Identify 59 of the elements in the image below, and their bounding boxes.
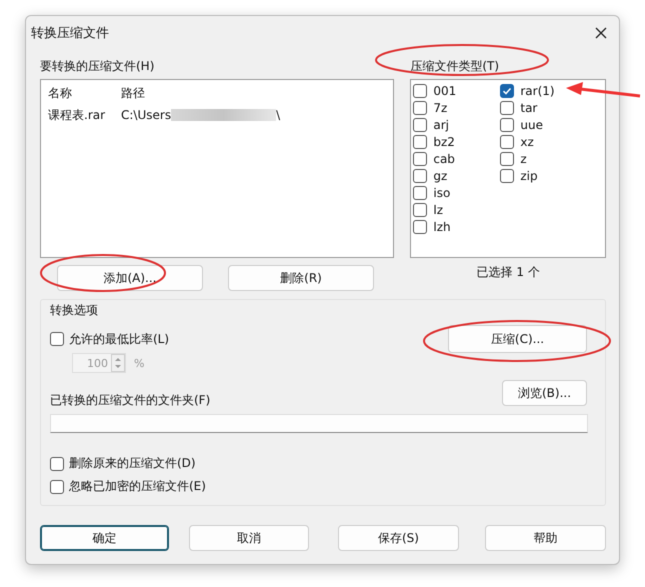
- dialog-button[interactable]: 取消: [188, 525, 309, 551]
- types-label: 压缩文件类型(T): [410, 58, 500, 74]
- percent-sign: %: [134, 356, 144, 370]
- checkbox[interactable]: [500, 134, 514, 148]
- checkbox-label: zip: [520, 168, 538, 182]
- checkbox[interactable]: [413, 202, 428, 216]
- checkbox[interactable]: [413, 84, 428, 98]
- checkbox-label: bz2: [433, 134, 455, 148]
- checkbox[interactable]: [500, 118, 514, 132]
- dialog-button[interactable]: 确定: [40, 525, 169, 551]
- browse-button[interactable]: 浏览(B)...: [502, 380, 587, 406]
- checkbox[interactable]: [413, 186, 428, 200]
- close-icon[interactable]: [595, 26, 607, 38]
- checkbox[interactable]: [413, 168, 428, 182]
- checkbox-label: uue: [520, 118, 543, 132]
- checkbox-label: 001: [433, 84, 456, 98]
- checkbox-label: arj: [433, 118, 449, 132]
- checkbox[interactable]: [413, 134, 428, 148]
- column-header[interactable]: 名称: [48, 84, 121, 102]
- checkbox-label: cab: [433, 152, 455, 166]
- checkbox-label: rar(1): [520, 84, 555, 98]
- checkbox[interactable]: [413, 220, 428, 234]
- checkbox-label: xz: [520, 134, 534, 148]
- checkbox[interactable]: [50, 480, 64, 494]
- add-button[interactable]: 添加(A)...: [57, 265, 203, 291]
- checkbox-label: 忽略已加密的压缩文件(E): [69, 478, 206, 495]
- checkbox[interactable]: [413, 100, 428, 114]
- checkbox-label: lzh: [433, 220, 451, 234]
- window-title: 转换压缩文件: [31, 24, 109, 42]
- table-cell-text: 课程表.rar: [48, 106, 106, 124]
- checkbox[interactable]: [413, 152, 428, 166]
- checkbox[interactable]: [50, 332, 64, 346]
- checkbox[interactable]: [500, 152, 514, 166]
- compress-button[interactable]: 压缩(C)...: [448, 325, 587, 353]
- checkbox[interactable]: [50, 456, 64, 470]
- folder-label: 已转换的压缩文件的文件夹(F): [50, 392, 210, 408]
- path-text: C:\Users: [121, 108, 172, 122]
- column-header[interactable]: 路径: [121, 84, 321, 102]
- dialog-button[interactable]: 帮助: [484, 525, 606, 551]
- checkbox[interactable]: [413, 118, 428, 132]
- checkmark-icon: [502, 86, 512, 96]
- checkbox-label: iso: [433, 186, 450, 200]
- checkbox-label: tar: [520, 100, 538, 114]
- checkbox-label: gz: [433, 168, 448, 182]
- checkbox-label: z: [520, 152, 527, 166]
- delete-button[interactable]: 删除(R): [228, 265, 374, 291]
- checkbox-label: lz: [433, 202, 443, 216]
- checkbox[interactable]: [500, 100, 514, 114]
- group-title: 转换选项: [50, 302, 99, 318]
- checkbox[interactable]: [500, 84, 514, 98]
- checkbox-label: 7z: [433, 100, 448, 114]
- path-text: \: [276, 108, 280, 122]
- folder-input-field[interactable]: [50, 414, 588, 433]
- archives-label: 要转换的压缩文件(H): [40, 58, 156, 74]
- checkbox-label: 删除原来的压缩文件(D): [69, 455, 196, 472]
- checkbox[interactable]: [500, 168, 514, 182]
- checkbox-label: 允许的最低比率(L): [69, 330, 170, 348]
- selection-count: 已选择 1 个: [476, 264, 541, 281]
- dialog-button[interactable]: 保存(S): [338, 525, 459, 551]
